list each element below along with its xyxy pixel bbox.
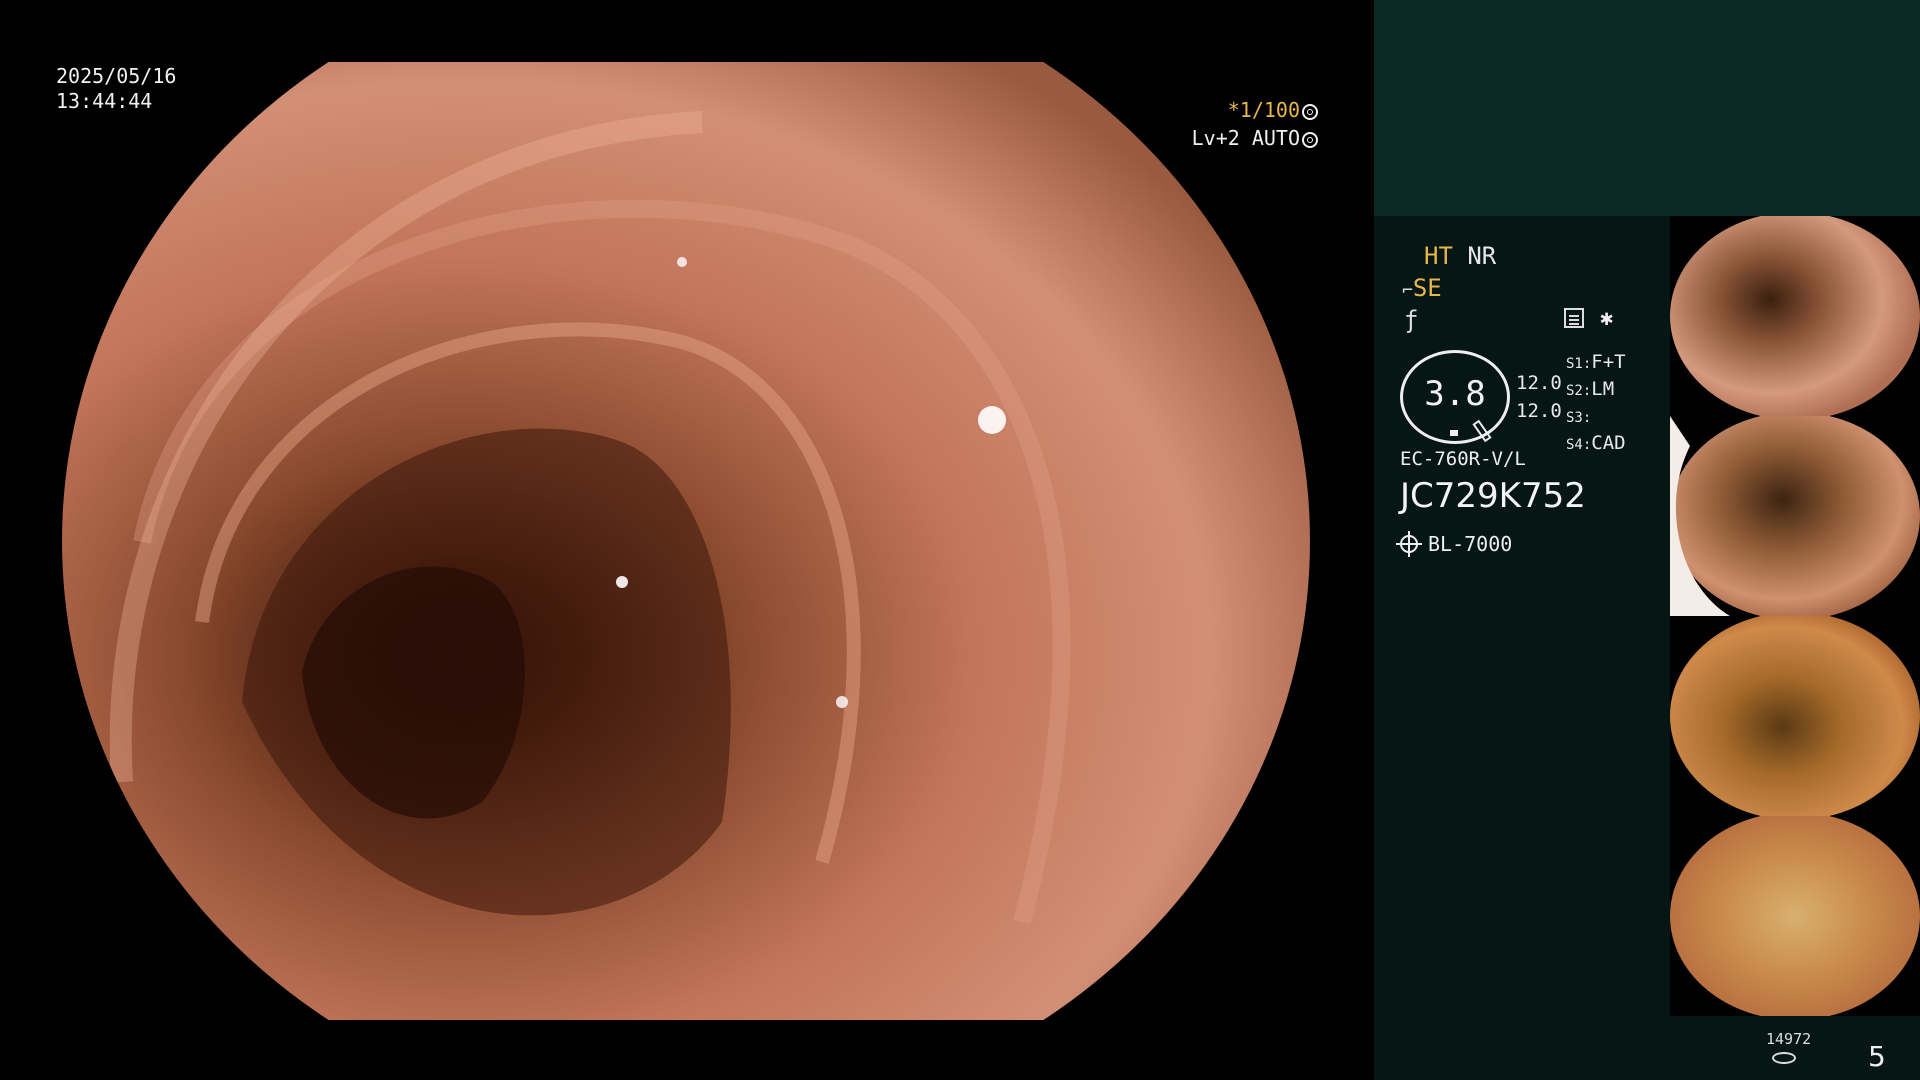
scope-model: EC-760R-V/L (1400, 448, 1526, 470)
scope-se-icon: ⌐ (1402, 280, 1413, 301)
capture-thumbnail[interactable] (1670, 216, 1920, 416)
thumbnail-image (1670, 216, 1920, 416)
time-text: 13:44:44 (56, 89, 153, 113)
endoscope-view (62, 62, 1310, 1020)
se-mode-row: ⌐SE (1402, 274, 1442, 302)
auto-iris-icon (1302, 132, 1318, 148)
zoom-marker-icon (1450, 430, 1458, 436)
star-icon: ✱ (1600, 306, 1614, 331)
light-source-icon (1396, 531, 1422, 557)
ht-mode: HT (1424, 242, 1453, 270)
image-count: 14972 (1766, 1030, 1812, 1048)
light-source-text: BL-7000 (1428, 532, 1513, 556)
capture-thumbnail[interactable] (1670, 816, 1920, 1016)
colon-lumen-image (62, 62, 1310, 1020)
switch-row: S3: (1566, 410, 1592, 426)
memo-icon (1564, 308, 1584, 328)
switch-row: S1:F+T (1566, 351, 1626, 373)
f-curve-icon: ƒ (1404, 306, 1419, 334)
exposure-dial-icon (1302, 104, 1318, 120)
value-1: 12.0 (1516, 372, 1562, 394)
scope-serial: JC729K752 (1400, 476, 1586, 516)
shutter-readout: *1/100 (1228, 98, 1318, 122)
panel-header-area (1374, 0, 1920, 216)
capture-thumbnails (1670, 216, 1920, 1016)
date-text: 2025/05/16 (56, 64, 177, 88)
page-number: 5 (1868, 1040, 1886, 1073)
capture-count-icon (1772, 1052, 1796, 1064)
light-source: BL-7000 (1396, 531, 1513, 557)
shutter-text: *1/100 (1227, 98, 1300, 122)
nr-mode: NR (1467, 242, 1497, 270)
thumbnail-image (1670, 816, 1920, 1016)
level-readout: Lv+2 AUTO (1192, 126, 1318, 150)
switch-row: S2:LM (1566, 378, 1615, 400)
switch-list: S1:F+T S2:LM S3: S4:CAD (1566, 350, 1626, 458)
zoom-value: 3.8 (1424, 374, 1486, 414)
level-text: Lv+2 AUTO (1191, 126, 1300, 150)
value-2: 12.0 (1516, 400, 1562, 422)
thumbnail-image (1670, 416, 1920, 616)
capture-thumbnail[interactable] (1670, 416, 1920, 616)
capture-thumbnail[interactable] (1670, 616, 1920, 816)
processing-modes: HT NR (1424, 242, 1496, 270)
datetime-readout: 2025/05/16 13:44:44 (56, 64, 176, 114)
thumbnail-image (1670, 616, 1920, 816)
se-mode: SE (1412, 274, 1442, 302)
switch-row: S4:CAD (1566, 432, 1626, 454)
